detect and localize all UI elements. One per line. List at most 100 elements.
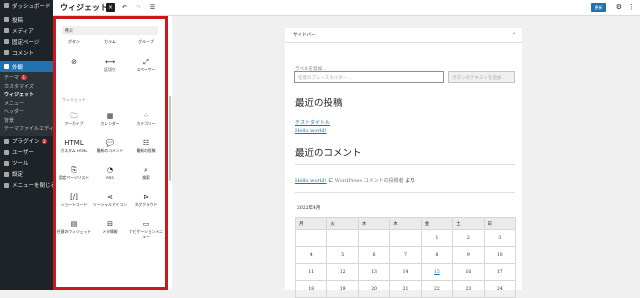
list-view-icon[interactable]: ☰ <box>148 3 157 12</box>
search-widget-input[interactable]: 任意のプレースホルダー… <box>294 71 444 83</box>
block-item[interactable]: ⁘ カテゴリー <box>128 111 164 138</box>
submenu-item[interactable]: メニュー <box>0 100 53 109</box>
block-item[interactable]: ▭ ナビゲーションメニュー <box>128 219 164 246</box>
block-icon: ⊟ <box>107 220 113 228</box>
more-options-icon[interactable]: ⋮ <box>628 3 635 11</box>
undo-icon[interactable]: ↶ <box>120 3 129 12</box>
block-item[interactable]: ▤ 任意のウィジェット <box>56 219 92 246</box>
calendar-day: 4 <box>294 246 328 264</box>
sidebar-item-label: ユーザー <box>12 150 34 156</box>
calendar-day: 18 <box>294 280 328 298</box>
redo-icon[interactable]: ↷ <box>134 3 143 12</box>
sidebar-item[interactable]: メディア <box>0 25 53 36</box>
block-item[interactable]: ⊳ タグクラウド <box>128 192 164 219</box>
widget-area-canvas: サイドバー ⌃ ラベルを追加… 任意のプレースホルダー… ボタンのテキストを追加… <box>285 28 522 298</box>
submenu-item[interactable]: ヘッダー <box>0 108 53 117</box>
block-item[interactable]: ⌕ 検索 <box>128 165 164 192</box>
sidebar-item[interactable]: ツール <box>0 158 53 169</box>
sidebar-item[interactable]: 投稿 <box>0 14 53 25</box>
calendar-day: 7 <box>389 246 422 264</box>
sidebar-item[interactable]: プラグイン 2 <box>0 136 53 147</box>
gear-icon[interactable]: ⚙ <box>616 3 622 11</box>
sidebar-item[interactable]: ユーザー <box>0 147 53 158</box>
scrollbar-thumb[interactable] <box>169 96 171 181</box>
tool-icon <box>4 160 9 166</box>
block-item[interactable]: ◔ RSS <box>92 165 128 192</box>
block-item[interactable]: 🗀 アーカイブ <box>56 111 92 138</box>
collapse-icon[interactable]: ⌃ <box>512 33 516 38</box>
submenu-item[interactable]: テーマ 1 <box>0 74 53 83</box>
block-search-input[interactable]: 検索 ⌕ <box>62 26 158 35</box>
block-icon: ⊳ <box>143 193 149 201</box>
block-icon: ▦ <box>106 112 114 120</box>
block-item-label: ショートコード <box>60 202 88 207</box>
sidebar-item[interactable]: ダッシュボード <box>0 0 53 11</box>
block-item[interactable]: ⊘ <box>56 57 92 84</box>
widget-area-title: サイドバー <box>293 33 316 38</box>
block-inserter-panel: 検索 ⌕ ボタン カラム グループ ⊘ ⟷ 区切り ⤢ スペーサー ウィジェット 🗀 アー… <box>53 16 168 290</box>
block-item[interactable]: ⊟ メタ情報 <box>92 219 128 246</box>
submenu-item[interactable]: テーマファイルエディター <box>0 125 53 134</box>
block-item-label[interactable]: ボタン <box>56 39 92 45</box>
update-button[interactable]: 更新 <box>591 3 606 12</box>
calendar-weekday: 日 <box>483 217 517 230</box>
calendar-weekday: 火 <box>326 217 359 230</box>
calendar-day: 19 <box>326 280 359 298</box>
block-item-label: 固定ページリスト <box>58 175 90 180</box>
sidebar-item-label: メディア <box>12 28 34 35</box>
block-item[interactable]: ⎘ 固定ページリスト <box>56 165 92 192</box>
calendar-weekday: 月 <box>294 217 328 230</box>
calendar-day: 22 <box>420 280 454 298</box>
block-item-label[interactable]: グループ <box>128 39 164 45</box>
calendar-caption: 2022年4月 <box>297 206 321 211</box>
widget-area-header[interactable]: サイドバー ⌃ <box>285 28 522 43</box>
block-item[interactable]: HTML カスタム HTML <box>56 138 92 165</box>
sidebar-item-label: 外観 <box>12 64 24 71</box>
plugin-icon <box>4 138 9 144</box>
recent-comments-heading: 最近のコメント <box>295 148 362 159</box>
submenu-item[interactable]: カスタマイズ <box>0 83 53 92</box>
block-item[interactable]: ⟷ 区切り <box>92 57 128 84</box>
sidebar-item[interactable]: 固定ページ <box>0 36 53 47</box>
close-inserter-button[interactable]: × <box>106 3 115 12</box>
comment-post-link[interactable]: Hello world! <box>295 178 327 184</box>
block-item[interactable]: ☷ 最新の投稿 <box>128 138 164 165</box>
block-icon: ▭ <box>142 220 150 228</box>
sidebar-item[interactable]: 外観 <box>0 61 53 72</box>
block-item-label: RSS <box>106 175 114 180</box>
calendar-weekday: 木 <box>389 217 422 230</box>
block-item[interactable]: ⤢ スペーサー <box>128 57 164 84</box>
block-item-label: 任意のウィジェット <box>56 229 92 234</box>
submenu-item[interactable]: 背景 <box>0 117 53 126</box>
update-badge: 1 <box>21 75 27 80</box>
block-item-label: メタ情報 <box>102 229 118 234</box>
sidebar-item-label: ダッシュボード <box>12 3 51 10</box>
sidebar-item-label: コメント <box>12 50 35 57</box>
calendar-day: 8 <box>420 246 454 264</box>
block-item[interactable]: ⋖ ソーシャルアイコン <box>92 192 128 219</box>
sidebar-item[interactable]: コメント <box>0 47 53 58</box>
submenu-item[interactable]: ウィジェット <box>0 91 53 100</box>
block-icon: ⎘ <box>71 166 77 174</box>
block-item[interactable]: 💬 最新のコメント <box>92 138 128 165</box>
block-item[interactable]: [/] ショートコード <box>56 192 92 219</box>
recent-comment-line: Hello world! に WordPress コメントの投稿者 より <box>295 177 415 184</box>
editor-topbar: ウィジェット × ↶ ↷ ☰ 更新 ⚙ ⋮ <box>53 0 640 16</box>
inserter-scrollbar[interactable] <box>168 16 172 290</box>
block-item-label[interactable]: カラム <box>92 39 128 45</box>
block-item[interactable]: ▦ カレンダー <box>92 111 128 138</box>
admin-sidebar: ダッシュボード投稿メディア 固定ページコメント外観テーマ 1 カスタマイズ ウィジェット… <box>0 0 53 290</box>
sidebar-item[interactable]: 設定 <box>0 169 53 180</box>
post-link[interactable]: Hello world! <box>295 128 327 134</box>
sidebar-item[interactable]: メニューを閉じる <box>0 180 53 191</box>
post-link[interactable]: テストタイトル <box>295 119 330 126</box>
settings-icon <box>4 171 9 177</box>
block-item-label: 検索 <box>142 175 150 180</box>
calendar-day[interactable]: 15 <box>420 263 454 281</box>
calendar-day: 12 <box>326 263 359 281</box>
page-title: ウィジェット <box>60 3 108 12</box>
sidebar-item-label: ツール <box>12 161 29 167</box>
calendar-week-row: 4 5 6 7 8 9 10 <box>294 246 517 264</box>
user-icon <box>4 149 9 155</box>
search-widget-button[interactable]: ボタンのテキストを追加… <box>448 71 515 83</box>
